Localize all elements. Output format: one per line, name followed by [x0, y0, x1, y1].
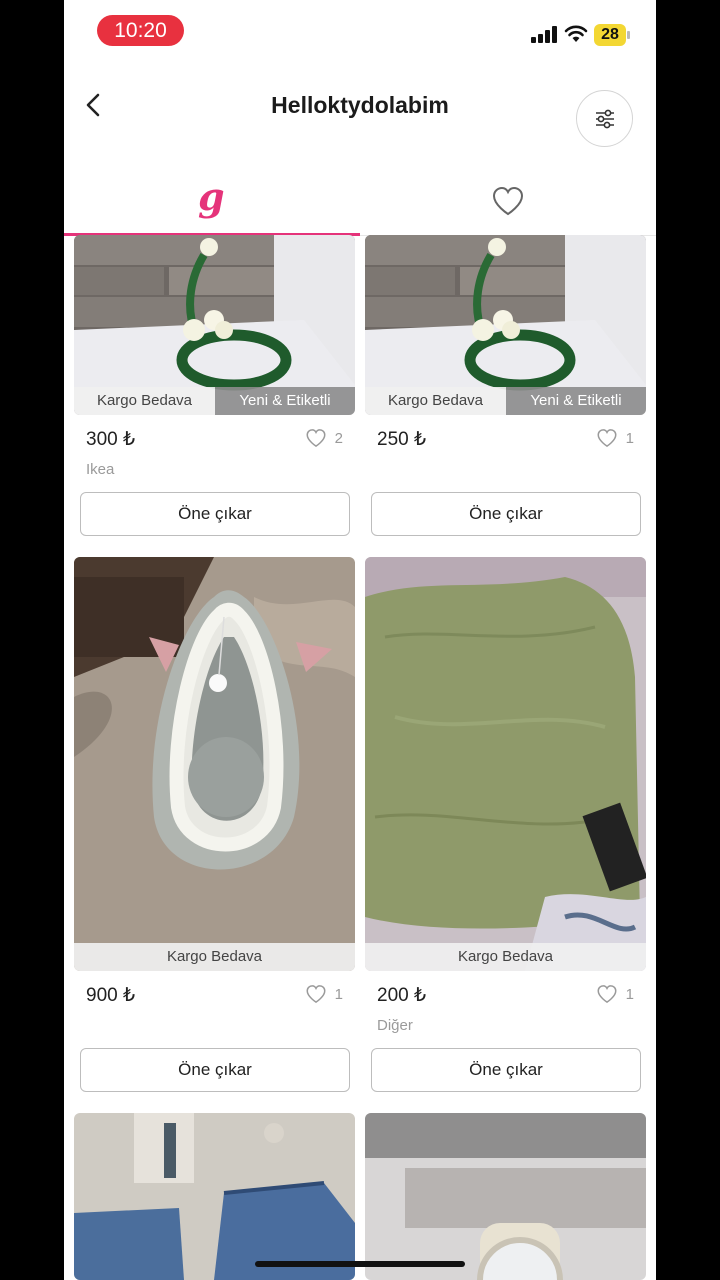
product-price: 250 ₺ — [377, 429, 427, 450]
heart-icon — [597, 985, 617, 1004]
like-count-value: 1 — [625, 429, 634, 447]
promote-button[interactable]: Öne çıkar — [371, 1048, 641, 1092]
battery-level: 28 — [594, 24, 626, 46]
like-count[interactable]: 2 — [305, 428, 343, 448]
product-photo[interactable]: Kargo Bedava — [365, 557, 646, 971]
heart-icon — [492, 186, 524, 216]
heart-icon — [306, 429, 326, 448]
like-count-value: 1 — [625, 985, 634, 1003]
cellular-signal-icon — [531, 26, 558, 43]
like-count[interactable]: 1 — [596, 984, 634, 1004]
product-photo[interactable] — [365, 1113, 646, 1280]
new-with-tags-badge: Yeni & Etiketli — [506, 387, 646, 415]
tab-closet[interactable]: g — [64, 170, 360, 236]
status-bar: 10:20 28 — [64, 0, 656, 64]
home-indicator — [255, 1261, 465, 1267]
tab-favorites[interactable] — [360, 170, 656, 235]
closet-logo-icon: g — [198, 174, 225, 219]
product-price: 900 ₺ — [86, 985, 136, 1006]
badge-row: Kargo Bedava — [74, 943, 355, 971]
heart-icon — [306, 985, 326, 1004]
battery-tip — [627, 31, 630, 39]
promote-button[interactable]: Öne çıkar — [80, 1048, 350, 1092]
badge-row: Kargo Bedava — [365, 943, 646, 971]
filter-button[interactable] — [576, 90, 633, 147]
status-time: 10:20 — [97, 15, 184, 46]
free-shipping-badge: Kargo Bedava — [74, 943, 355, 971]
like-count[interactable]: 1 — [596, 428, 634, 448]
badge-row: Kargo Bedava Yeni & Etiketli — [74, 387, 355, 415]
badge-row: Kargo Bedava Yeni & Etiketli — [365, 387, 646, 415]
promote-button[interactable]: Öne çıkar — [371, 492, 641, 536]
product-photo[interactable]: Kargo Bedava — [74, 557, 355, 971]
product-brand: Diğer — [377, 1017, 413, 1034]
product-photo[interactable]: Kargo Bedava Yeni & Etiketli — [74, 235, 355, 415]
back-chevron-icon[interactable] — [82, 90, 106, 120]
product-brand: Ikea — [86, 461, 115, 478]
promote-button[interactable]: Öne çıkar — [80, 492, 350, 536]
product-price: 200 ₺ — [377, 985, 427, 1006]
product-photo[interactable] — [74, 1113, 355, 1280]
screen: 10:20 28 Helloktydolabim g Kargo Bedava … — [64, 0, 656, 1280]
tab-bar: g — [64, 170, 656, 236]
free-shipping-badge: Kargo Bedava — [74, 387, 215, 415]
like-count-value: 2 — [334, 429, 343, 447]
heart-icon — [597, 429, 617, 448]
free-shipping-badge: Kargo Bedava — [365, 943, 646, 971]
product-photo[interactable]: Kargo Bedava Yeni & Etiketli — [365, 235, 646, 415]
like-count[interactable]: 1 — [305, 984, 343, 1004]
like-count-value: 1 — [334, 985, 343, 1003]
product-price: 300 ₺ — [86, 429, 136, 450]
free-shipping-badge: Kargo Bedava — [365, 387, 506, 415]
wifi-icon — [564, 25, 588, 42]
new-with-tags-badge: Yeni & Etiketli — [215, 387, 355, 415]
sliders-icon — [596, 109, 614, 129]
page-title: Helloktydolabim — [271, 92, 449, 118]
